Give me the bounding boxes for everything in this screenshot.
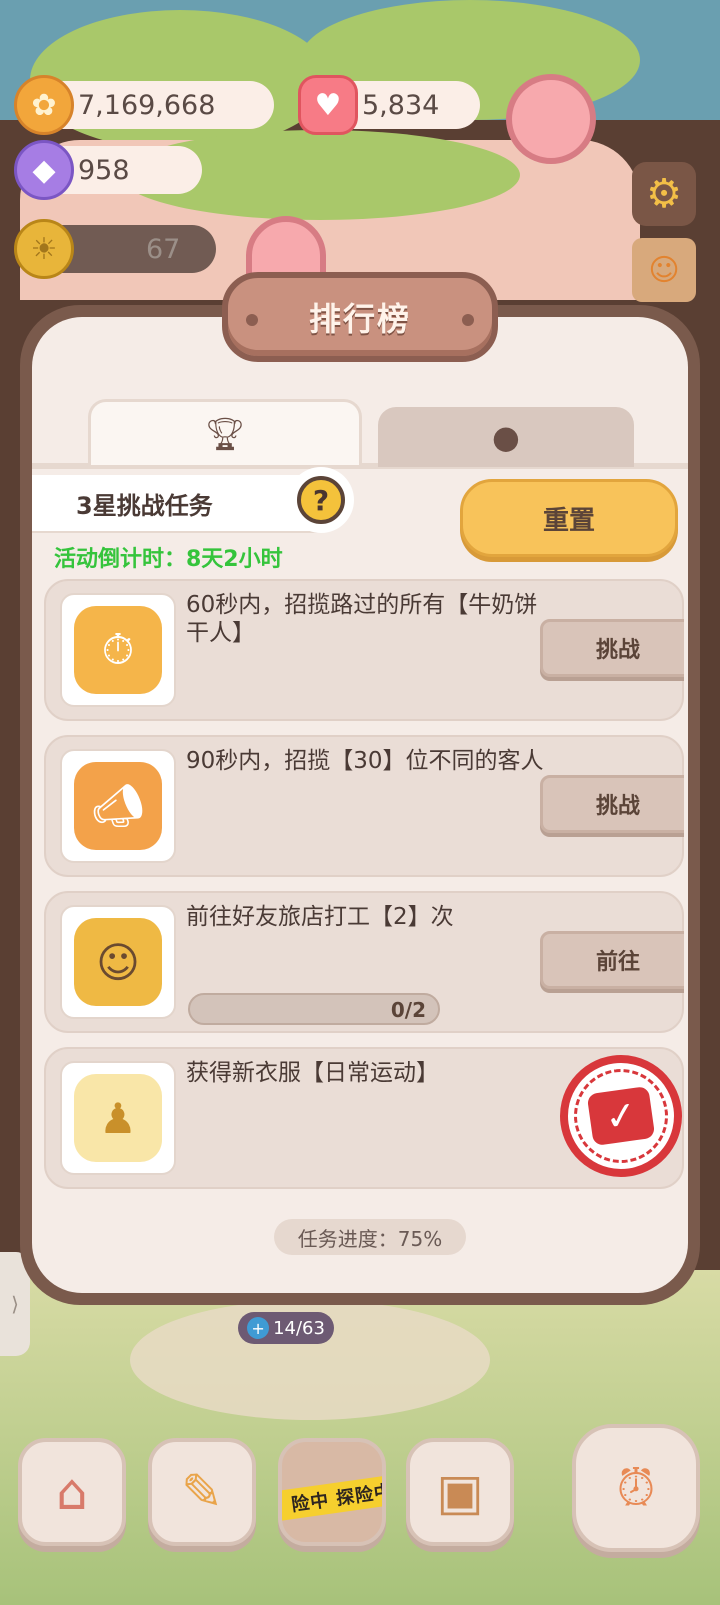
- settings-gear-icon[interactable]: ⚙: [632, 162, 696, 226]
- candy-icon: ♥: [298, 75, 358, 135]
- gem-counter: ◆ 958: [14, 140, 202, 200]
- alarm-clock-icon: ⏰︎: [616, 1458, 656, 1517]
- overall-progress: 任务进度：75%: [274, 1219, 466, 1255]
- leaderboard-dialog: 🏆︎ ● 3星挑战任务 ? 活动倒计时：8天2小时 重置 ⏱ 60秒内，招揽路过…: [20, 305, 700, 1305]
- dialog-title: 排行榜: [308, 300, 411, 338]
- dialog-title-plate: 排行榜: [222, 272, 498, 362]
- candy-value: 5,834: [362, 89, 440, 121]
- stamp-icon[interactable]: ☺: [632, 238, 696, 302]
- task-thumbnail: 📣︎: [60, 749, 176, 863]
- plus-icon[interactable]: +: [247, 1317, 270, 1339]
- challenge-button[interactable]: 挑战: [540, 775, 684, 833]
- coin-counter: ✿ 7,169,668: [14, 75, 274, 135]
- candy-counter: ♥ 5,834: [298, 75, 480, 135]
- gem-value: 958: [78, 154, 130, 186]
- energy-value: 14/63: [273, 1317, 325, 1339]
- level-value: 67: [146, 233, 181, 265]
- task-description: 前往好友旅店打工【2】次: [186, 904, 454, 930]
- dialog-body: 🏆︎ ● 3星挑战任务 ? 活动倒计时：8天2小时 重置 ⏱ 60秒内，招揽路过…: [32, 317, 688, 1293]
- coin-value: 7,169,668: [78, 89, 216, 121]
- tab-cookie[interactable]: ●: [378, 407, 634, 467]
- dock-alarm-button[interactable]: ⏰︎: [572, 1424, 700, 1552]
- sun-badge-icon: ☀: [14, 219, 74, 279]
- worker-girl-icon: ☺: [74, 918, 162, 1006]
- energy-counter: + 14/63: [238, 1312, 334, 1344]
- adventure-banner: 险中 探险中: [282, 1472, 382, 1522]
- task-thumbnail: ⏱: [60, 593, 176, 707]
- task-progress-bar: 0/2: [188, 993, 440, 1025]
- reset-button[interactable]: 重置: [460, 479, 678, 557]
- task-item: ☺ 前往好友旅店打工【2】次 0/2 前往: [44, 891, 684, 1033]
- tab-trophy[interactable]: 🏆︎: [88, 399, 362, 465]
- outfit-figure-icon: ♟: [74, 1074, 162, 1162]
- cookie-icon: ●: [492, 418, 520, 456]
- task-item: ♟ 获得新衣服【日常运动】 ✓: [44, 1047, 684, 1189]
- gem-icon: ◆: [14, 140, 74, 200]
- furniture-icon: ▣: [436, 1463, 484, 1521]
- dock-notebook-button[interactable]: ✎: [148, 1438, 256, 1546]
- challenge-button[interactable]: 挑战: [540, 619, 684, 677]
- task-item: 📣︎ 90秒内，招揽【30】位不同的客人 挑战: [44, 735, 684, 877]
- level-counter: ☀ 67: [14, 219, 216, 279]
- dock-house-button[interactable]: ⌂: [18, 1438, 126, 1546]
- task-description: 获得新衣服【日常运动】: [186, 1060, 439, 1086]
- dock-adventure-button[interactable]: 险中 探险中: [278, 1438, 386, 1546]
- task-list[interactable]: ⏱ 60秒内，招揽路过的所有【牛奶饼干人】 挑战 📣︎ 90秒内，招揽【30】位…: [44, 579, 684, 1199]
- question-icon: ?: [297, 476, 345, 524]
- completed-stamp: ✓: [552, 1047, 684, 1185]
- task-item: ⏱ 60秒内，招揽路过的所有【牛奶饼干人】 挑战: [44, 579, 684, 721]
- stopwatch-cookie-icon: ⏱: [74, 606, 162, 694]
- go-button[interactable]: 前往: [540, 931, 684, 989]
- event-countdown: 活动倒计时：8天2小时: [54, 547, 283, 572]
- megaphone-cookie-icon: 📣︎: [74, 762, 162, 850]
- trophy-icon: 🏆︎: [204, 414, 246, 453]
- task-description: 60秒内，招揽路过的所有【牛奶饼干人】: [186, 592, 538, 646]
- mushroom-house-icon: ⌂: [56, 1463, 88, 1521]
- task-progress-text: 0/2: [390, 998, 426, 1022]
- dock-furniture-button[interactable]: ▣: [406, 1438, 514, 1546]
- task-description: 90秒内，招揽【30】位不同的客人: [186, 748, 544, 774]
- coin-icon: ✿: [14, 75, 74, 135]
- task-thumbnail: ♟: [60, 1061, 176, 1175]
- task-thumbnail: ☺: [60, 905, 176, 1019]
- notebook-icon: ✎: [181, 1463, 223, 1521]
- foliage: [30, 10, 330, 150]
- round-window: [506, 74, 596, 164]
- help-button[interactable]: ?: [288, 467, 354, 533]
